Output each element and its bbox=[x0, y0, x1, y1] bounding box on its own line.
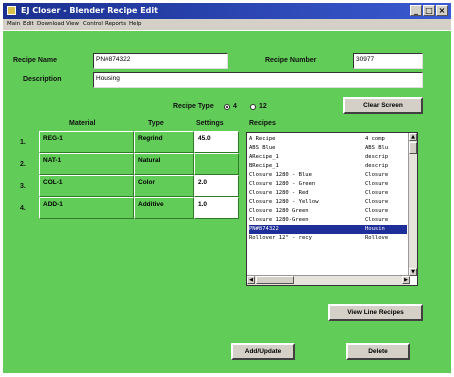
settings-input[interactable] bbox=[194, 153, 239, 175]
menu-edit[interactable]: Edit bbox=[23, 21, 34, 27]
recipe-edit-window: EJ Closer - Blender Recipe Edit _ □ × Ma… bbox=[0, 0, 454, 377]
window-title: EJ Closer - Blender Recipe Edit bbox=[21, 6, 158, 15]
description-input[interactable]: Housing bbox=[93, 72, 423, 88]
list-item-desc: Housin bbox=[365, 226, 385, 232]
clear-screen-button[interactable]: Clear Screen bbox=[343, 97, 423, 114]
list-item-desc: descrip bbox=[365, 163, 389, 169]
row-number: 4. bbox=[20, 205, 26, 212]
row-number: 3. bbox=[20, 183, 26, 190]
recipe-type-12-radio[interactable] bbox=[250, 104, 256, 110]
list-item-desc: Closure bbox=[365, 208, 389, 214]
material-cell[interactable]: ADD-1 bbox=[39, 197, 134, 219]
list-item-desc: Closure bbox=[365, 190, 389, 196]
app-icon bbox=[7, 6, 16, 15]
add-update-button[interactable]: Add/Update bbox=[231, 343, 295, 360]
list-item-desc: 4 comp bbox=[365, 136, 385, 142]
scroll-thumb[interactable] bbox=[409, 142, 417, 154]
recipes-header: Recipes bbox=[249, 120, 276, 127]
type-cell: Regrind bbox=[134, 131, 194, 153]
recipe-name-input[interactable]: PN#874322 bbox=[93, 53, 228, 69]
scroll-right-icon[interactable]: ▶ bbox=[402, 276, 410, 284]
type-cell: Natural bbox=[134, 153, 194, 175]
menu-main[interactable]: Main bbox=[7, 21, 20, 27]
menu-bar: Main Edit Download View Control Reports … bbox=[3, 19, 451, 30]
menu-reports[interactable]: Reports bbox=[105, 21, 126, 27]
recipe-number-label: Recipe Number bbox=[265, 57, 317, 64]
recipe-number-input[interactable]: 30977 bbox=[353, 53, 423, 69]
menu-help[interactable]: Help bbox=[129, 21, 142, 27]
minimize-button[interactable]: _ bbox=[410, 5, 422, 16]
scroll-thumb[interactable] bbox=[256, 276, 294, 284]
close-button[interactable]: × bbox=[436, 5, 448, 16]
type-header: Type bbox=[148, 120, 164, 127]
list-item-desc: Closure bbox=[365, 217, 389, 223]
list-item-desc: Closure bbox=[365, 172, 389, 178]
menu-control[interactable]: Control bbox=[83, 21, 103, 27]
material-cell[interactable]: NAT-1 bbox=[39, 153, 134, 175]
type-cell: Additive bbox=[134, 197, 194, 219]
material-cell[interactable]: COL-1 bbox=[39, 175, 134, 197]
vertical-scrollbar[interactable]: ▲ ▼ bbox=[408, 133, 417, 276]
menu-view[interactable]: View bbox=[66, 21, 79, 27]
material-header: Material bbox=[69, 120, 96, 127]
view-line-recipes-button[interactable]: View Line Recipes bbox=[328, 304, 423, 321]
form-panel: Recipe Name PN#874322 Recipe Number 3097… bbox=[3, 31, 451, 373]
delete-button[interactable]: Delete bbox=[346, 343, 410, 360]
scroll-left-icon[interactable]: ◀ bbox=[247, 276, 255, 284]
settings-input[interactable]: 1.0 bbox=[194, 197, 239, 219]
row-number: 2. bbox=[20, 161, 26, 168]
settings-input[interactable]: 2.0 bbox=[194, 175, 239, 197]
horizontal-scrollbar[interactable]: ◀ ▶ bbox=[247, 275, 410, 285]
scroll-down-icon[interactable]: ▼ bbox=[409, 268, 417, 276]
list-item-desc: descrip bbox=[365, 154, 389, 160]
list-item-desc: Closure bbox=[365, 181, 389, 187]
recipe-type-12-label: 12 bbox=[259, 103, 267, 110]
recipe-type-4-label: 4 bbox=[233, 103, 237, 110]
recipe-name-label: Recipe Name bbox=[13, 57, 57, 64]
recipe-type-4-radio[interactable] bbox=[224, 104, 230, 110]
maximize-button[interactable]: □ bbox=[423, 5, 435, 16]
type-cell: Color bbox=[134, 175, 194, 197]
settings-input[interactable]: 45.0 bbox=[194, 131, 239, 153]
list-item-desc: ABS Blu bbox=[365, 145, 389, 151]
settings-header: Settings bbox=[196, 120, 224, 127]
menu-download[interactable]: Download bbox=[37, 21, 64, 27]
scroll-up-icon[interactable]: ▲ bbox=[409, 133, 417, 141]
recipe-type-label: Recipe Type bbox=[173, 103, 214, 110]
row-number: 1. bbox=[20, 139, 26, 146]
recipes-listbox[interactable]: A Recipe ABS Blue ARecipe_1 BRecipe_1 Cl… bbox=[246, 132, 418, 286]
material-cell[interactable]: REG-1 bbox=[39, 131, 134, 153]
list-item-desc: Closure bbox=[365, 199, 389, 205]
title-bar[interactable]: EJ Closer - Blender Recipe Edit _ □ × bbox=[3, 3, 451, 19]
description-label: Description bbox=[23, 76, 62, 83]
list-item-desc: Rollove bbox=[365, 235, 389, 241]
